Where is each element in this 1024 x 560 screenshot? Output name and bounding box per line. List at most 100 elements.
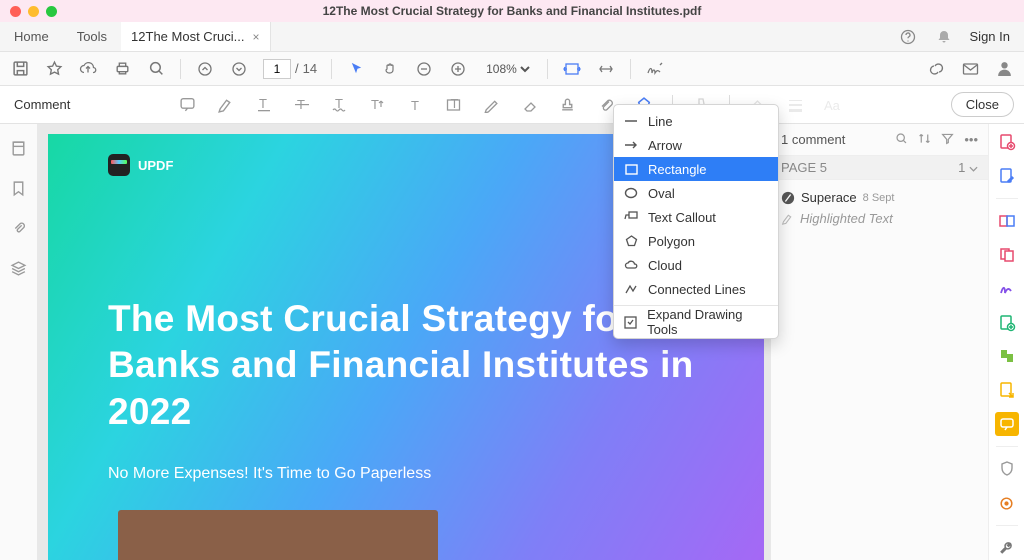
edit-pdf-icon[interactable] (995, 164, 1019, 188)
comments-header: 1 comment (781, 132, 845, 147)
text-tool-icon[interactable]: T (406, 95, 426, 115)
bookmark-icon[interactable] (9, 178, 29, 198)
underline-text-icon[interactable]: T (254, 95, 274, 115)
comments-more-icon[interactable]: ••• (964, 132, 978, 147)
pencil-icon[interactable] (482, 95, 502, 115)
svg-text:T: T (411, 98, 419, 113)
zoom-out-icon[interactable] (414, 59, 434, 79)
shape-option-line[interactable]: Line (614, 109, 778, 133)
cloud-upload-icon[interactable] (78, 59, 98, 79)
comment-date: 8 Sept (863, 192, 895, 204)
textbox-icon[interactable]: T (444, 95, 464, 115)
comments-page-count[interactable]: 1 (958, 160, 978, 175)
comment-item[interactable]: Superace 8 Sept Highlighted Text (771, 180, 988, 236)
line-icon (624, 114, 638, 128)
comment-author: Superace (801, 190, 857, 205)
create-pdf-icon[interactable] (995, 130, 1019, 154)
close-window-button[interactable] (10, 6, 21, 17)
shape-option-connected-lines[interactable]: Connected Lines (614, 277, 778, 301)
highlight-marker-icon (781, 212, 794, 225)
comment-label: Comment (10, 97, 70, 112)
comments-filter-icon[interactable] (941, 132, 954, 147)
svg-text:Aa: Aa (824, 98, 841, 113)
sticky-note-icon[interactable] (178, 95, 198, 115)
page-indicator: / 14 (263, 59, 317, 79)
minimize-window-button[interactable] (28, 6, 39, 17)
print-icon[interactable] (112, 59, 132, 79)
line-weight-icon[interactable] (786, 95, 806, 115)
redact-icon[interactable] (995, 491, 1019, 515)
more-tools-icon[interactable] (995, 536, 1019, 560)
fit-width-icon[interactable] (562, 59, 582, 79)
zoom-select[interactable]: 108% (482, 61, 533, 77)
sign-in-link[interactable]: Sign In (970, 29, 1010, 44)
stamp-icon[interactable] (558, 95, 578, 115)
shape-option-polygon[interactable]: Polygon (614, 229, 778, 253)
thumbnails-icon[interactable] (9, 138, 29, 158)
tab-home[interactable]: Home (0, 22, 63, 51)
sign-tool-icon[interactable] (995, 277, 1019, 301)
hand-icon[interactable] (380, 59, 400, 79)
shape-option-rectangle[interactable]: Rectangle (614, 157, 778, 181)
star-icon[interactable] (44, 59, 64, 79)
connected-lines-icon (624, 282, 638, 296)
fit-page-icon[interactable] (596, 59, 616, 79)
strikethrough-icon[interactable]: T (292, 95, 312, 115)
zoom-in-icon[interactable] (448, 59, 468, 79)
comment-type-icon (781, 191, 795, 205)
window-title: 12The Most Crucial Strategy for Banks an… (323, 4, 702, 18)
pointer-icon[interactable] (346, 59, 366, 79)
page-sep: / (295, 61, 299, 76)
search-icon[interactable] (146, 59, 166, 79)
shape-option-oval[interactable]: Oval (614, 181, 778, 205)
font-icon[interactable]: Aa (824, 95, 844, 115)
traffic-lights (10, 6, 57, 17)
page-up-icon[interactable] (195, 59, 215, 79)
combine-icon[interactable] (995, 243, 1019, 267)
organize-icon[interactable] (995, 311, 1019, 335)
layers-icon[interactable] (9, 258, 29, 278)
save-icon[interactable] (10, 59, 30, 79)
comments-sort-icon[interactable] (918, 132, 931, 147)
right-rail (988, 124, 1024, 560)
main-toolbar: / 14 108% (0, 52, 1024, 86)
comments-search-icon[interactable] (895, 132, 908, 147)
comment-panel-icon[interactable] (995, 412, 1019, 436)
shape-option-text-callout[interactable]: Text Callout (614, 205, 778, 229)
tab-document[interactable]: 12The Most Cruci... × (121, 22, 270, 51)
tab-close-icon[interactable]: × (252, 30, 259, 44)
compress-icon[interactable] (995, 345, 1019, 369)
email-icon[interactable] (960, 59, 980, 79)
page-down-icon[interactable] (229, 59, 249, 79)
send-icon[interactable] (995, 378, 1019, 402)
share-link-icon[interactable] (926, 59, 946, 79)
account-icon[interactable] (994, 59, 1014, 79)
insert-text-icon[interactable]: T (368, 95, 388, 115)
tabbar: Home Tools 12The Most Cruci... × Sign In (0, 22, 1024, 52)
bell-icon[interactable] (934, 27, 954, 47)
page-total: 14 (303, 61, 317, 76)
tab-tools[interactable]: Tools (63, 22, 121, 51)
cloud-icon (624, 258, 638, 272)
attachment-icon[interactable] (9, 218, 29, 238)
shape-option-cloud[interactable]: Cloud (614, 253, 778, 277)
hero-subtitle: No More Expenses! It's Time to Go Paperl… (108, 465, 704, 483)
eraser-icon[interactable] (520, 95, 540, 115)
svg-text:T: T (259, 97, 267, 111)
highlight-icon[interactable] (216, 95, 236, 115)
signature-icon[interactable] (645, 59, 665, 79)
export-pdf-icon[interactable] (995, 209, 1019, 233)
shape-option-arrow[interactable]: Arrow (614, 133, 778, 157)
protect-icon[interactable] (995, 457, 1019, 481)
comments-panel: 1 comment ••• PAGE 5 1 Superace 8 Sept H… (770, 124, 988, 560)
maximize-window-button[interactable] (46, 6, 57, 17)
updf-logo-text: UPDF (138, 158, 173, 173)
squiggle-icon[interactable]: T (330, 95, 350, 115)
titlebar: 12The Most Crucial Strategy for Banks an… (0, 0, 1024, 22)
page-number-input[interactable] (263, 59, 291, 79)
close-button[interactable]: Close (951, 92, 1014, 117)
help-icon[interactable] (898, 27, 918, 47)
shape-dropdown: Line Arrow Rectangle Oval Text Callout P… (613, 104, 779, 339)
left-rail (0, 124, 38, 560)
shape-option-expand[interactable]: Expand Drawing Tools (614, 310, 778, 334)
